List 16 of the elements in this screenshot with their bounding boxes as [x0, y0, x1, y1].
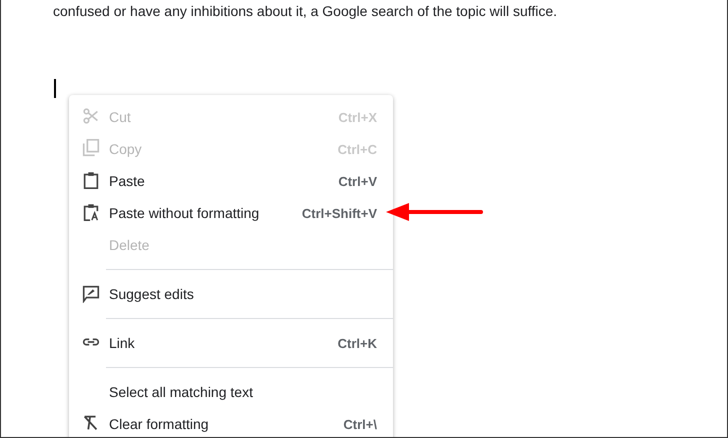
- menu-item[interactable]: Select all matching text: [69, 376, 393, 408]
- shortcut-label: Ctrl+\: [343, 416, 377, 432]
- shortcut-label: Ctrl+Shift+V: [302, 206, 377, 220]
- shortcut-label: Ctrl+V: [338, 174, 377, 188]
- clipboard-letter-icon: [81, 202, 101, 222]
- shortcut-label: Ctrl+K: [338, 336, 377, 350]
- document-text: confused or have any inhibitions about it, a Google search of the topic will suffice.: [53, 3, 558, 19]
- menu-item[interactable]: Clear formatting Ctrl+\: [69, 408, 393, 437]
- clipboard-icon: [81, 170, 101, 190]
- menu-item[interactable]: Suggest edits: [69, 278, 393, 310]
- copy-icon: [81, 138, 101, 158]
- menu-item[interactable]: Link Ctrl+K: [69, 327, 393, 359]
- image-pencil-icon: [81, 283, 101, 303]
- text-cursor: [54, 79, 56, 98]
- menu-item[interactable]: Paste Ctrl+V: [69, 165, 393, 197]
- menu-item[interactable]: Paste without formatting Ctrl+Shift+V: [69, 197, 393, 229]
